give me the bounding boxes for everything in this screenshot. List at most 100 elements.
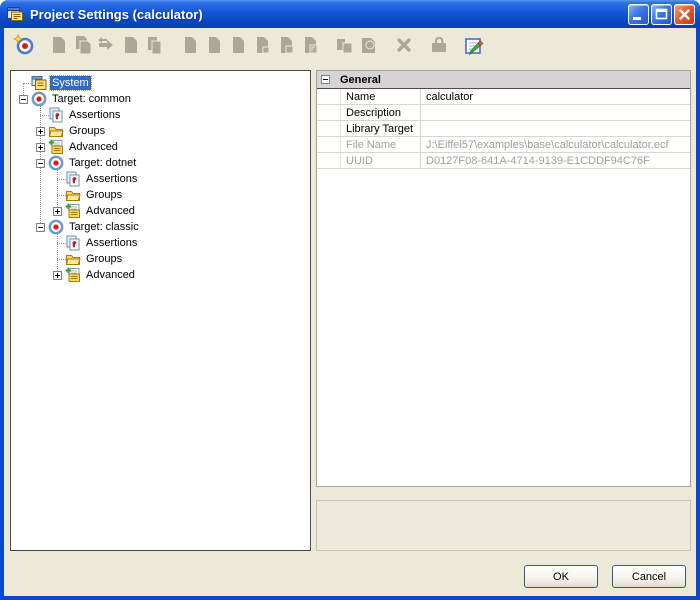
tree-item-advanced[interactable]: Advanced: [11, 203, 310, 219]
row-margin: [317, 105, 341, 120]
documents-stack-icon: [71, 33, 95, 62]
assertions-icon: [48, 107, 64, 123]
property-value-description[interactable]: [421, 105, 690, 120]
advanced-folder-icon: [65, 267, 81, 283]
groups-folder-icon: [65, 251, 81, 267]
tree-item-assertions[interactable]: Assertions: [11, 107, 310, 123]
property-label: Description: [341, 105, 421, 120]
minimize-button[interactable]: [628, 4, 649, 25]
new-item-icon: [226, 33, 250, 62]
tree-item-label: Target: classic: [67, 220, 141, 234]
close-button[interactable]: [674, 4, 695, 25]
tree-item-assertions[interactable]: Assertions: [11, 235, 310, 251]
tree-item-label: Assertions: [84, 172, 139, 186]
tree-item-groups[interactable]: Groups: [11, 187, 310, 203]
tree: System Target: common Assertions: [11, 71, 310, 283]
property-value-name[interactable]: calculator: [421, 89, 690, 104]
tree-item-advanced[interactable]: Advanced: [11, 267, 310, 283]
row-margin: [317, 153, 341, 168]
toolbar-button-6: [143, 35, 167, 59]
tree-item-label: System: [50, 76, 91, 90]
tree-item-advanced[interactable]: Advanced: [11, 139, 310, 155]
swap-arrows-icon: [95, 33, 119, 62]
target-icon: [31, 91, 47, 107]
tree-item-label: Groups: [67, 124, 107, 138]
tree-item-label: Groups: [84, 252, 124, 266]
section-title: General: [340, 74, 381, 86]
expander-minus-icon[interactable]: [36, 159, 45, 168]
section-collapse-icon[interactable]: [321, 75, 330, 84]
delete-button: [392, 35, 416, 59]
project-settings-window: Project Settings (calculator): [0, 0, 700, 600]
row-margin: [317, 89, 341, 104]
property-row-name: Name calculator: [317, 89, 690, 105]
new-target-button[interactable]: [12, 35, 36, 59]
new-item-icon: [298, 33, 322, 62]
property-label: UUID: [341, 153, 421, 168]
cancel-button[interactable]: Cancel: [612, 565, 686, 588]
toolbar-button-14: [357, 35, 381, 59]
property-row-library-target: Library Target: [317, 121, 690, 137]
property-value-uuid: D0127F08-641A-4714-9139-E1CDDF94C76F: [421, 153, 690, 168]
new-item-icon: [250, 33, 274, 62]
property-row-file-name: File Name J:\Eiffel57\examples\base\calc…: [317, 137, 690, 153]
edit-configuration-button[interactable]: [462, 35, 486, 59]
new-item-icon: [178, 33, 202, 62]
property-label: File Name: [341, 137, 421, 152]
window-title: Project Settings (calculator): [30, 7, 626, 22]
row-margin: [317, 121, 341, 136]
property-label: Library Target: [341, 121, 421, 136]
toolbar-button-8: [202, 35, 226, 59]
toolbar-button-16: [427, 35, 451, 59]
row-margin: [317, 137, 341, 152]
toolbar-button-5: [119, 35, 143, 59]
toolbar-button-10: [250, 35, 274, 59]
property-value-file-name: J:\Eiffel57\examples\base\calculator\cal…: [421, 137, 690, 152]
system-icon: [31, 75, 47, 91]
tree-item-label: Advanced: [84, 204, 137, 218]
property-section-header: General: [317, 71, 690, 89]
expander-plus-icon[interactable]: [36, 143, 45, 152]
grouped-documents-icon: [357, 33, 381, 62]
tree-item-label: Target: common: [50, 92, 133, 106]
tree-item-label: Assertions: [84, 236, 139, 250]
expander-minus-icon[interactable]: [36, 223, 45, 232]
property-row-description: Description: [317, 105, 690, 121]
tree-item-system[interactable]: System: [11, 75, 310, 91]
target-bullseye-icon: [12, 33, 36, 62]
settings-tree-panel: System Target: common Assertions: [10, 70, 311, 551]
tree-item-label: Advanced: [67, 140, 120, 154]
groups-folder-icon: [65, 187, 81, 203]
maximize-button[interactable]: [651, 4, 672, 25]
expander-plus-icon[interactable]: [53, 271, 62, 280]
advanced-folder-icon: [48, 139, 64, 155]
tree-item-groups[interactable]: Groups: [11, 251, 310, 267]
documents-copy-icon: [143, 33, 167, 62]
expander-plus-icon[interactable]: [53, 207, 62, 216]
toolbar-button-12: [298, 35, 322, 59]
ok-button[interactable]: OK: [524, 565, 598, 588]
tree-item-label: Groups: [84, 188, 124, 202]
property-grid: General Name calculator Description Libr…: [316, 70, 691, 487]
dialog-body: System Target: common Assertions: [4, 28, 696, 596]
expander-minus-icon[interactable]: [19, 95, 28, 104]
groups-folder-icon: [48, 123, 64, 139]
app-icon: [7, 6, 24, 22]
property-row-uuid: UUID D0127F08-641A-4714-9139-E1CDDF94C76…: [317, 153, 690, 169]
tree-item-target-dotnet[interactable]: Target: dotnet: [11, 155, 310, 171]
tree-item-groups[interactable]: Groups: [11, 123, 310, 139]
toolbar-button-13: [333, 35, 357, 59]
titlebar[interactable]: Project Settings (calculator): [0, 0, 700, 28]
property-description-box: [316, 500, 691, 551]
expander-plus-icon[interactable]: [36, 127, 45, 136]
toolbar-button-7: [178, 35, 202, 59]
toolbar-button-11: [274, 35, 298, 59]
target-icon: [48, 155, 64, 171]
tree-item-target-common[interactable]: Target: common: [11, 91, 310, 107]
property-value-library-target[interactable]: [421, 121, 690, 136]
new-item-icon: [274, 33, 298, 62]
linked-documents-icon: [333, 33, 357, 62]
tree-item-assertions[interactable]: Assertions: [11, 171, 310, 187]
tree-item-target-classic[interactable]: Target: classic: [11, 219, 310, 235]
tree-item-label: Assertions: [67, 108, 122, 122]
